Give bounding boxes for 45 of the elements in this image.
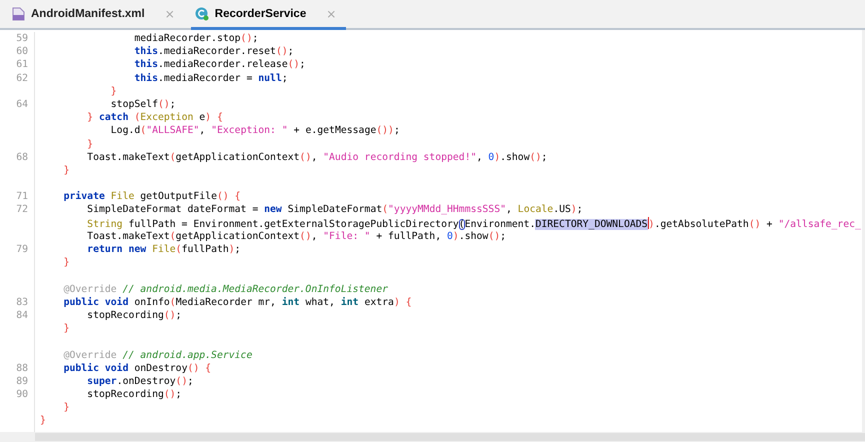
line-number: 89 <box>15 374 29 388</box>
code-line: public void onDestroy() { <box>62 362 212 375</box>
code-line: this.mediaRecorder.reset(); <box>133 45 295 58</box>
code-line: Toast.makeText(getApplicationContext(), "File: " + fullPath, 0).show(); <box>86 230 508 243</box>
editor-tab[interactable]: AndroidManifest.xml × <box>8 0 185 30</box>
line-number: 68 <box>15 150 29 164</box>
code-line: mediaRecorder.stop(); <box>133 32 260 46</box>
line-number: 59 <box>15 32 29 46</box>
code-line: public void onInfo(MediaRecorder mr, int what, int extra) { <box>62 296 413 309</box>
code-line: } <box>62 256 70 270</box>
line-number: 72 <box>15 203 29 217</box>
line-number: 62 <box>15 72 29 85</box>
class-icon <box>194 6 209 20</box>
line-number: 60 <box>15 45 29 58</box>
code-line: super.onDestroy(); <box>86 374 194 388</box>
code-line: } <box>62 322 70 336</box>
line-number: 88 <box>15 362 29 375</box>
horizontal-scrollbar[interactable] <box>0 432 865 442</box>
code-line: stopRecording(); <box>86 308 183 322</box>
code-line: this.mediaRecorder = null; <box>133 72 289 85</box>
line-number: 64 <box>15 98 29 112</box>
line-number: 71 <box>15 190 29 204</box>
code-line: @Override // android.media.MediaRecorder.OnInfoListener <box>62 282 390 296</box>
code-line: Log.d("ALLSAFE", "Exception: " + e.getMessage()); <box>110 124 401 138</box>
code-line: Toast.makeText(getApplicationContext(), "Audio recording stopped!", 0).show(); <box>86 150 548 164</box>
code-line: } <box>62 401 70 414</box>
code-line: SimpleDateFormat dateFormat = new SimpleDateFormat("yyyyMMdd_HHmmssSSS", Locale.US); <box>86 203 584 217</box>
code-line: String fullPath = Environment.getExternalStoragePublicDirectory(Environment.DIRECTORY_DOWNLOADS).getAbsolutePath() + "/allsafe_rec_ <box>86 216 862 230</box>
code-line: } <box>40 414 47 428</box>
code-line: stopSelf(); <box>110 98 177 112</box>
line-number: 83 <box>15 296 29 309</box>
line-number: 79 <box>15 243 29 256</box>
file-icon <box>12 6 25 20</box>
code-line: private File getOutputFile() { <box>62 190 242 204</box>
code-line: this.mediaRecorder.release(); <box>133 58 306 72</box>
code-line: } <box>110 84 118 98</box>
code-line: return new File(fullPath); <box>86 243 242 256</box>
code-line: } <box>86 138 94 151</box>
line-number: 90 <box>15 388 29 402</box>
line-number: 61 <box>15 58 29 72</box>
line-number: 84 <box>15 308 29 322</box>
code-line: @Override // android.app.Service <box>62 348 254 362</box>
code-line: stopRecording(); <box>86 388 183 402</box>
code-line: } catch (Exception e) { <box>86 111 224 124</box>
code-line: } <box>62 164 70 178</box>
